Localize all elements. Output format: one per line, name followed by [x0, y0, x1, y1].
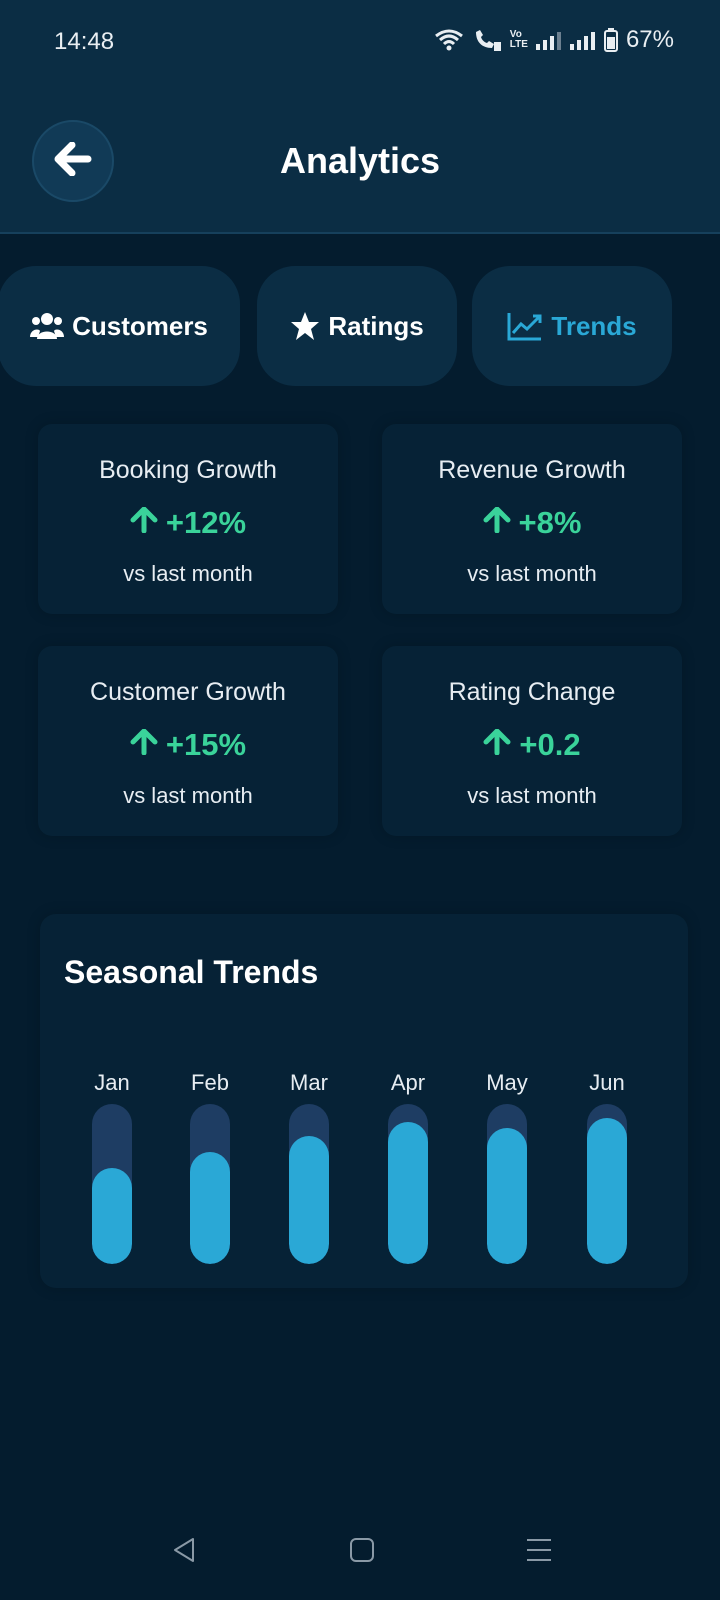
bar-jan [92, 1168, 132, 1264]
status-time: 14:48 [54, 28, 115, 55]
arrow-up-icon [130, 727, 158, 763]
page-title: Analytics [279, 140, 441, 181]
bar-apr [388, 1122, 428, 1264]
tab-customers[interactable]: Customers [0, 266, 240, 386]
seasonal-trends-title: Seasonal Trends [64, 954, 319, 990]
nav-recents-button[interactable] [517, 1530, 561, 1574]
nav-back-button[interactable] [162, 1530, 206, 1574]
stat-title: Rating Change [448, 678, 616, 706]
month-label: Jun [589, 1070, 625, 1095]
bar-track [289, 1104, 329, 1264]
arrow-up-icon [483, 727, 511, 763]
month-label: Apr [390, 1070, 426, 1095]
seasonal-trends-card: Seasonal Trends Jan Feb Mar Apr May Jun [40, 914, 688, 1288]
status-bar: 14:48 Vo LTE 67% [0, 0, 720, 84]
battery-percentage: 67% [625, 26, 674, 53]
stat-value: +12% [165, 505, 247, 540]
stat-title: Booking Growth [99, 456, 277, 484]
tab-label: Trends [551, 310, 637, 341]
stat-value: +8% [518, 505, 582, 540]
battery-icon [603, 28, 618, 52]
tab-ratings[interactable]: Ratings [257, 266, 457, 386]
bar-track [388, 1104, 428, 1264]
stat-card-rating-change: Rating Change +0.2 vs last month [382, 646, 682, 836]
star-icon [290, 311, 320, 341]
stat-note: vs last month [467, 783, 597, 808]
stat-note: vs last month [123, 561, 253, 586]
bar-track [92, 1104, 132, 1264]
signal-icon [535, 30, 562, 50]
bar-jun [587, 1118, 627, 1264]
month-label: May [486, 1070, 528, 1095]
signal-icon [569, 30, 596, 50]
wifi-icon [434, 28, 464, 52]
stat-value-row: +15% [38, 727, 338, 763]
wifi-calling-icon [472, 28, 502, 52]
menu-lines-icon [525, 1537, 553, 1568]
app-header: Analytics [0, 84, 720, 234]
chart-line-icon [507, 311, 543, 341]
arrow-up-icon [130, 505, 158, 541]
bar-track [587, 1104, 627, 1264]
stat-value: +0.2 [519, 727, 581, 762]
status-icons: Vo LTE 67% [434, 26, 674, 54]
tab-label: Customers [72, 310, 208, 341]
stat-note: vs last month [123, 783, 253, 808]
stat-value-row: +8% [382, 505, 682, 541]
bar-mar [289, 1136, 329, 1264]
stat-note: vs last month [467, 561, 597, 586]
volte-icon: Vo LTE [509, 29, 528, 50]
bar-may [487, 1128, 527, 1264]
system-nav-bar [0, 1500, 720, 1600]
stat-card-booking-growth: Booking Growth +12% vs last month [38, 424, 338, 614]
stat-title: Revenue Growth [438, 456, 626, 484]
square-home-icon [349, 1537, 375, 1568]
nav-home-button[interactable] [340, 1530, 384, 1574]
stat-value: +15% [165, 727, 247, 762]
stat-value-row: +0.2 [382, 727, 682, 763]
stat-card-revenue-growth: Revenue Growth +8% vs last month [382, 424, 682, 614]
tab-trends[interactable]: Trends [472, 266, 672, 386]
bar-track [190, 1104, 230, 1264]
users-icon [30, 311, 65, 341]
stat-title: Customer Growth [90, 678, 286, 706]
stat-value-row: +12% [38, 505, 338, 541]
tab-label: Ratings [328, 310, 424, 341]
month-label: Jan [94, 1070, 130, 1095]
bar-feb [190, 1152, 230, 1264]
month-label: Mar [290, 1070, 328, 1095]
month-label: Feb [191, 1070, 229, 1095]
bar-track [487, 1104, 527, 1264]
arrow-up-icon [483, 505, 511, 541]
stat-card-customer-growth: Customer Growth +15% vs last month [38, 646, 338, 836]
triangle-back-icon [171, 1536, 197, 1569]
